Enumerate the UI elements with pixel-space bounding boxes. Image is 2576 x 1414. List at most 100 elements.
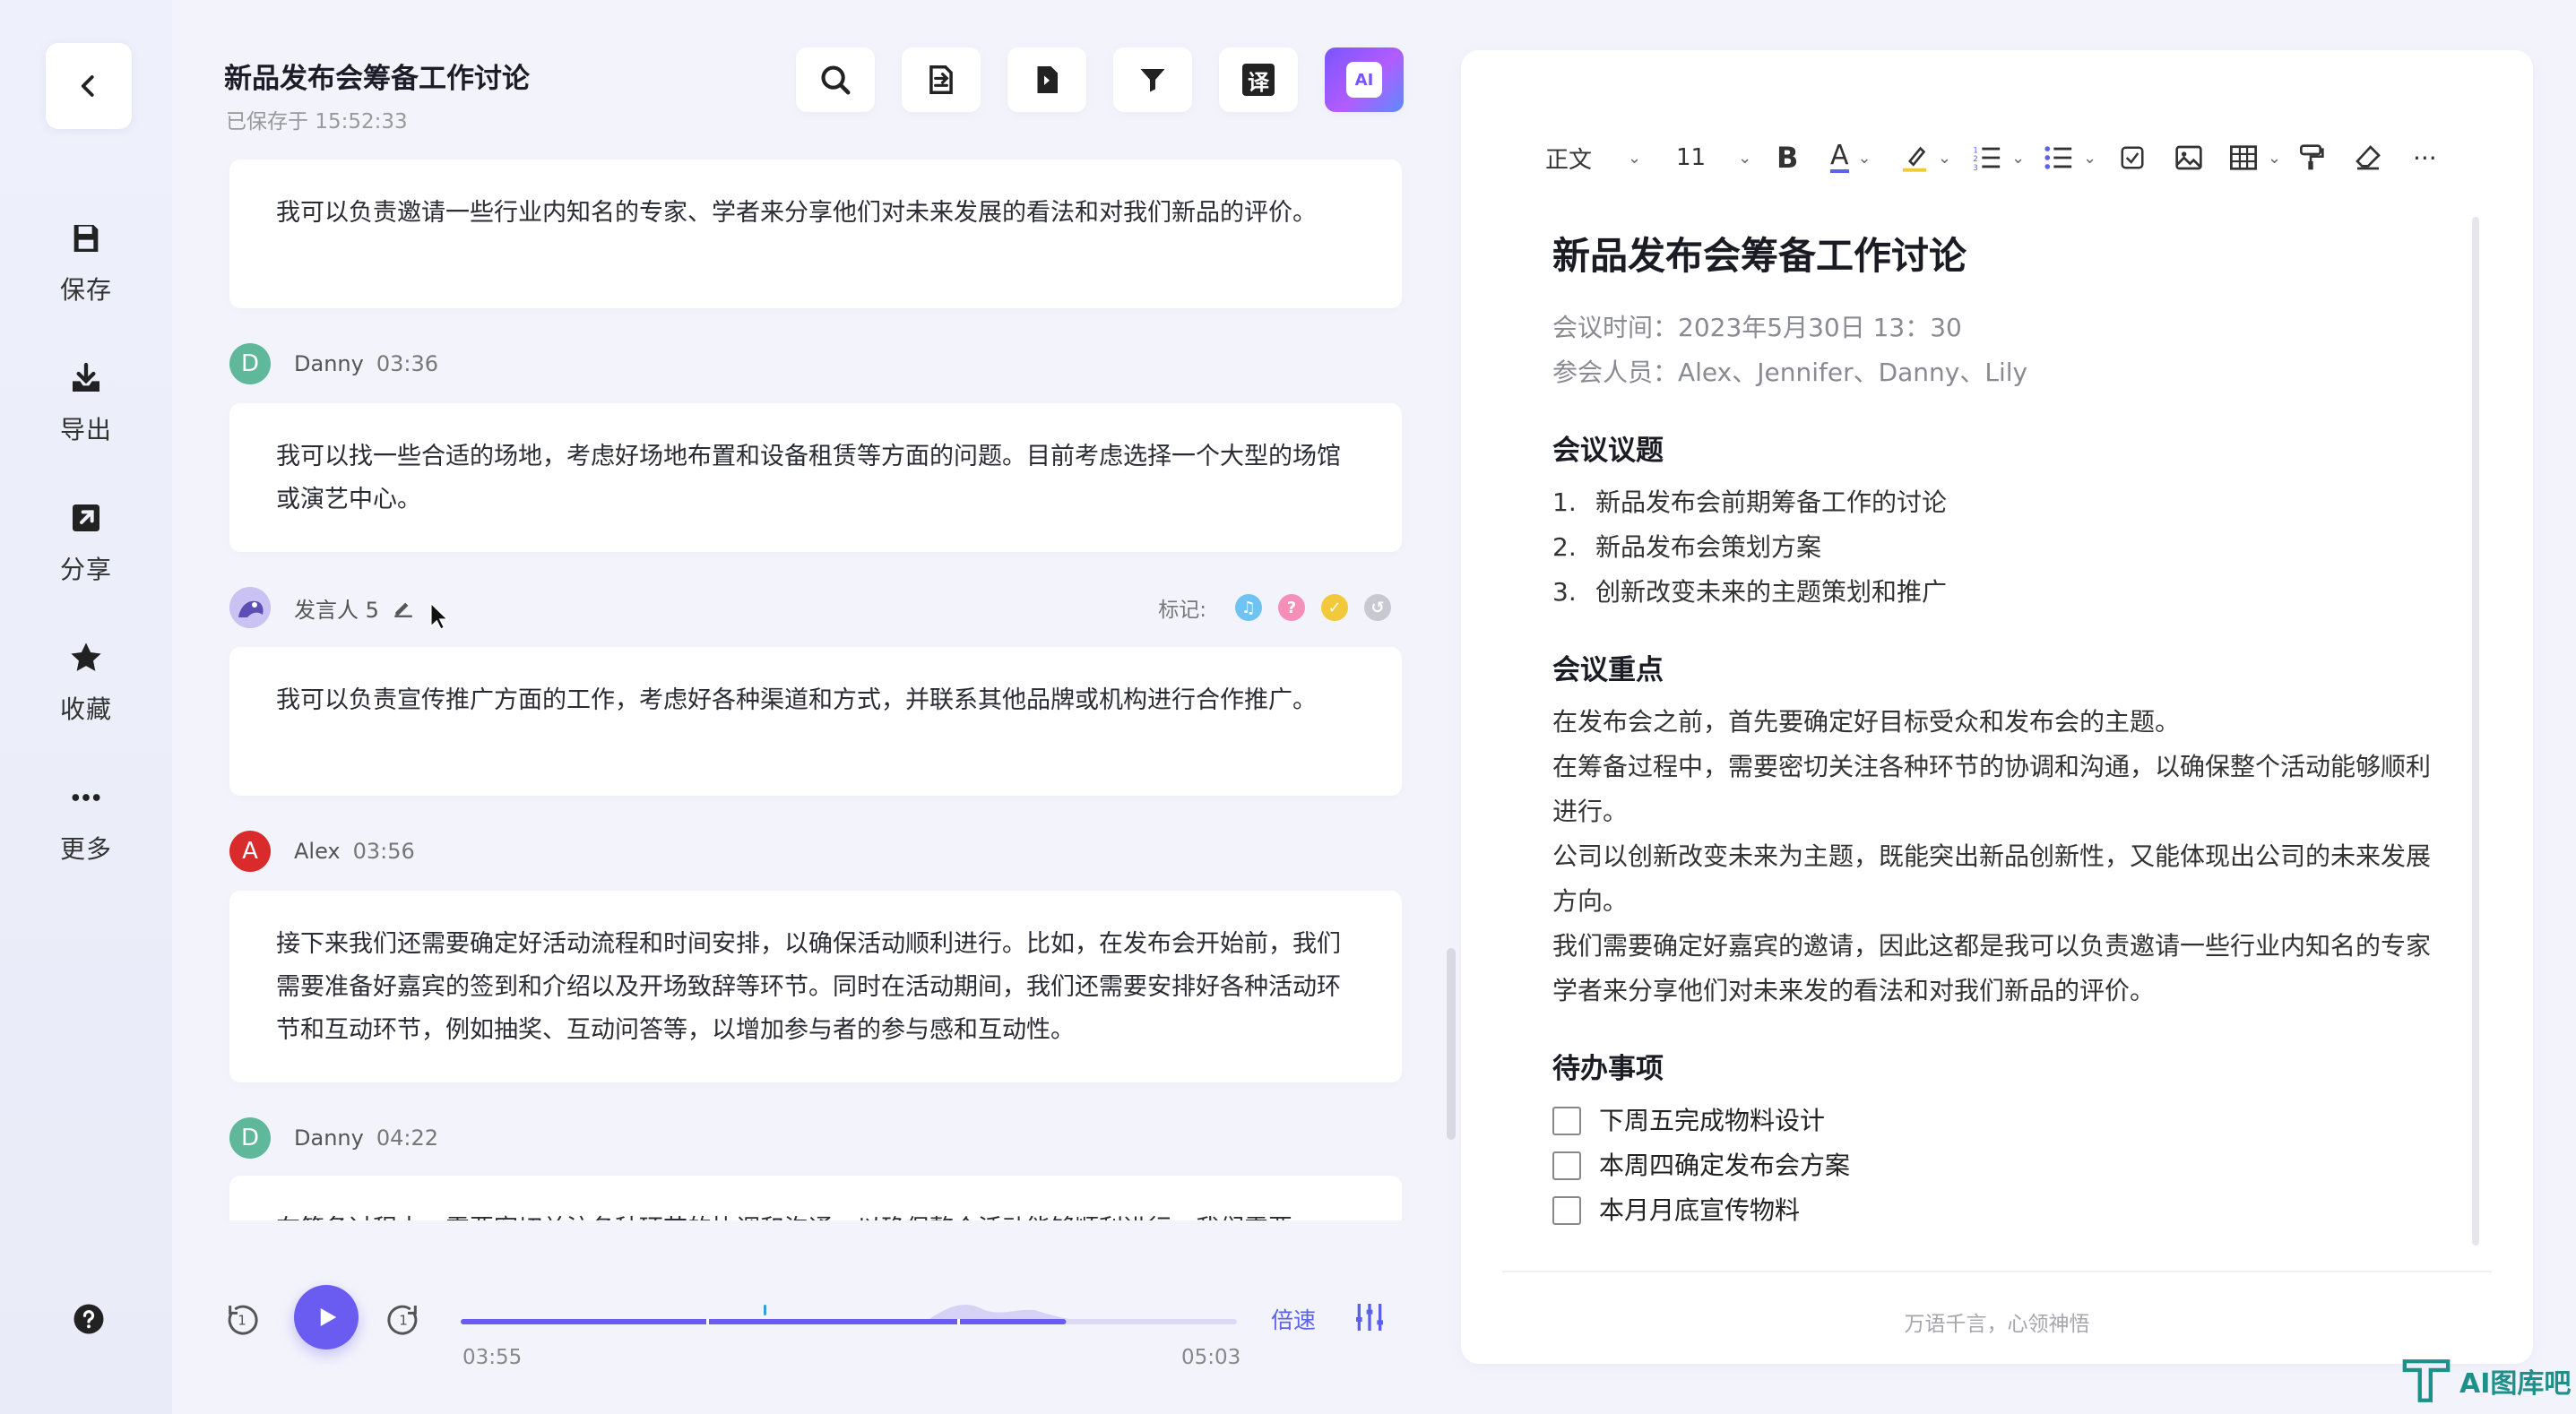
speaker-row: D Danny 03:36 [229, 342, 438, 385]
waveform-progress [461, 1319, 1067, 1324]
translate-button[interactable]: 译 [1219, 47, 1298, 112]
replace-button[interactable] [902, 47, 981, 112]
font-color-button[interactable]: A ⌄ [1830, 131, 1871, 185]
clear-format-button[interactable] [2354, 131, 2382, 185]
marks-label: 标记: [1158, 599, 1206, 622]
avatar-initial: D [240, 350, 260, 377]
transcript-bubble[interactable]: 在筹备过程中，需要密切关注各种环节的协调和沟通，以确保整个活动能够顺利进行。我们… [229, 1176, 1402, 1220]
mark-question-icon[interactable]: ? [1278, 594, 1305, 621]
image-button[interactable] [2174, 131, 2203, 185]
font-size-select[interactable]: 11 ⌄ [1676, 131, 1751, 185]
back-button[interactable] [46, 43, 132, 129]
translate-glyph: 译 [1248, 69, 1269, 95]
play-button[interactable] [294, 1285, 359, 1349]
summary-editor: 正文 ⌄ 11 ⌄ B A ⌄ ⌄ 123 ⌄ ⌄ ⌄ ··· 新品发布会筹备工… [1461, 50, 2533, 1364]
share-button[interactable]: 分享 [0, 496, 172, 604]
mark-music-icon[interactable]: ♫ [1235, 594, 1262, 621]
save-button[interactable]: 保存 [0, 217, 172, 324]
edit-icon[interactable] [392, 596, 415, 619]
todo-checkbox[interactable] [1552, 1107, 1581, 1135]
checklist-button[interactable] [2119, 131, 2146, 185]
export-label: 导出 [59, 415, 112, 444]
mark-glyph: ✓ [1327, 598, 1342, 617]
jump-button[interactable] [1007, 47, 1086, 112]
filter-button[interactable] [1113, 47, 1192, 112]
speaker-row: 发言人 5 [229, 586, 449, 631]
table-button[interactable]: ⌄ [2228, 131, 2281, 185]
topic-text: 新品发布会策划方案 [1595, 532, 1822, 562]
playhead-marker [764, 1305, 766, 1315]
play-icon [320, 1308, 337, 1326]
marks-toolbar: 标记: ♫ ? ✓ ↺ [1158, 586, 1391, 629]
search-icon [821, 65, 851, 95]
topic-text: 新品发布会前期筹备工作的讨论 [1595, 487, 1948, 517]
speaker-time[interactable]: 03:56 [353, 839, 415, 864]
speaker-name[interactable]: Danny [294, 1125, 364, 1151]
avatar: D [229, 1117, 271, 1159]
meeting-time: 会议时间：2023年5月30日 13：30 [1552, 313, 1962, 342]
format-painter-button[interactable] [2296, 131, 2325, 185]
section-heading-keypoints: 会议重点 [1552, 654, 1664, 686]
section-heading-todos: 待办事项 [1552, 1053, 1664, 1085]
waveform-track[interactable] [461, 1281, 1237, 1335]
ordered-list-button[interactable]: 123 ⌄ [1972, 131, 2025, 185]
bold-button[interactable]: B [1776, 131, 1798, 185]
todo-text: 本周四确定发布会方案 [1599, 1151, 1851, 1180]
speaker-time[interactable]: 04:22 [376, 1125, 438, 1151]
cursor-icon [430, 601, 449, 631]
more-options-button[interactable]: ··· [2413, 131, 2437, 185]
transcript-bubble[interactable]: 我可以找一些合适的场地，考虑好场地布置和设备租赁等方面的问题。目前考虑选择一个大… [229, 403, 1402, 552]
bold-glyph: B [1776, 141, 1799, 175]
svg-text:2: 2 [1973, 155, 1977, 164]
editor-content[interactable]: 新品发布会筹备工作讨论 会议时间：2023年5月30日 13：30 参会人员：A… [1552, 226, 2449, 1233]
more-button[interactable]: 更多 [0, 776, 172, 884]
todo-checkbox[interactable] [1552, 1196, 1581, 1225]
transcript-scrollbar[interactable] [1447, 948, 1456, 1140]
speaker-name[interactable]: Danny [294, 351, 364, 376]
chevron-down-icon: ⌄ [1938, 148, 1952, 168]
speaker-name[interactable]: Alex [294, 839, 341, 864]
font-color-icon: A [1830, 142, 1849, 173]
chevron-down-icon: ⌄ [1857, 148, 1871, 168]
todo-checkbox[interactable] [1552, 1151, 1581, 1180]
save-icon [65, 217, 108, 260]
speaker-name[interactable]: 发言人 5 [294, 592, 379, 624]
style-select[interactable]: 正文 ⌄ [1545, 131, 1641, 185]
topic-item: 3. 创新改变未来的主题策划和推广 [1552, 570, 2449, 615]
forward-icon[interactable]: 1 [385, 1301, 421, 1337]
editor-scrollbar[interactable] [2472, 217, 2479, 1246]
help-icon [73, 1304, 104, 1334]
highlight-button[interactable]: ⌄ [1900, 131, 1951, 185]
transcript-text: 在筹备过程中，需要密切关注各种环节的协调和沟通，以确保整个活动能够顺利进行。我们… [276, 1208, 1355, 1220]
mark-glyph: ? [1286, 598, 1297, 617]
rewind-icon[interactable]: 1 [224, 1301, 260, 1337]
equalizer-icon[interactable] [1352, 1299, 1387, 1335]
bullet-list-button[interactable]: ⌄ [2044, 131, 2096, 185]
mark-check-icon[interactable]: ✓ [1321, 594, 1348, 621]
favorite-label: 收藏 [59, 694, 112, 724]
more-icon [65, 776, 108, 819]
help-button[interactable] [73, 1303, 105, 1335]
avatar [229, 587, 271, 628]
keypoint-paragraph: 我们需要确定好嘉宾的邀请，因此这都是我可以负责邀请一些行业内知名的专家学者来分享… [1552, 931, 2432, 1005]
mark-undo-icon[interactable]: ↺ [1364, 594, 1391, 621]
transcript-bubble[interactable]: 我可以负责邀请一些行业内知名的专家、学者来分享他们对未来发展的看法和对我们新品的… [229, 160, 1402, 308]
transcript-text: 我可以负责宣传推广方面的工作，考虑好各种渠道和方式，并联系其他品牌或机构进行合作… [276, 686, 1317, 714]
chevron-down-icon: ⌄ [2011, 148, 2026, 168]
speed-button[interactable]: 倍速 [1271, 1303, 1316, 1335]
transcript-bubble[interactable]: 我可以负责宣传推广方面的工作，考虑好各种渠道和方式，并联系其他品牌或机构进行合作… [229, 647, 1402, 796]
more-label: 更多 [59, 834, 112, 864]
font-color-glyph: A [1830, 140, 1849, 171]
chevron-down-icon: ⌄ [1628, 148, 1642, 168]
export-button[interactable]: 导出 [0, 357, 172, 464]
favorite-button[interactable]: 收藏 [0, 636, 172, 744]
ai-button[interactable]: AI [1325, 47, 1404, 112]
section-heading-topics: 会议议题 [1552, 435, 1664, 467]
more-options-glyph: ··· [2413, 142, 2437, 173]
svg-text:3: 3 [1973, 164, 1977, 171]
search-button[interactable] [796, 47, 875, 112]
watermark-logo-icon [2402, 1359, 2451, 1402]
table-icon [2230, 145, 2257, 170]
transcript-bubble[interactable]: 接下来我们还需要确定好活动流程和时间安排，以确保活动顺利进行。比如，在发布会开始… [229, 891, 1402, 1082]
speaker-time[interactable]: 03:36 [376, 351, 438, 376]
